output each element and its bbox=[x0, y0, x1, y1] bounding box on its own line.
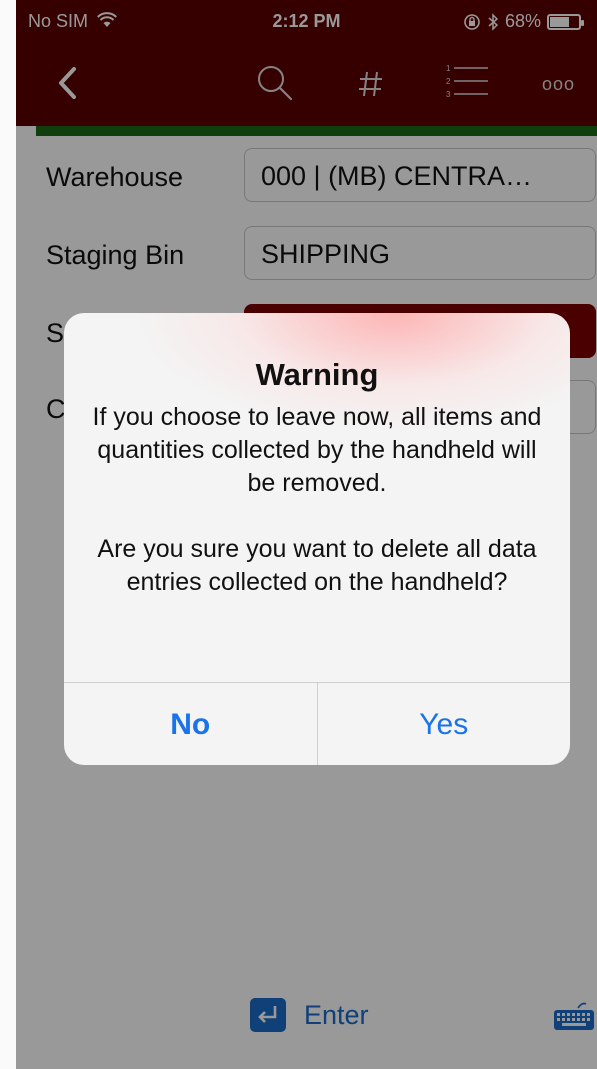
yes-button[interactable]: Yes bbox=[318, 683, 571, 765]
app-screen: No SIM 2:12 PM 68% 1 2 3 ooo Warehouse 0… bbox=[16, 0, 597, 1069]
no-button[interactable]: No bbox=[64, 683, 318, 765]
dialog-message-line-1: If you choose to leave now, all items an… bbox=[92, 403, 542, 497]
warning-dialog: Warning If you choose to leave now, all … bbox=[64, 313, 570, 765]
dialog-message: If you choose to leave now, all items an… bbox=[84, 401, 550, 599]
dialog-title: Warning bbox=[255, 357, 379, 392]
dialog-actions: No Yes bbox=[64, 682, 570, 765]
dialog-message-line-2: Are you sure you want to delete all data… bbox=[97, 535, 537, 596]
